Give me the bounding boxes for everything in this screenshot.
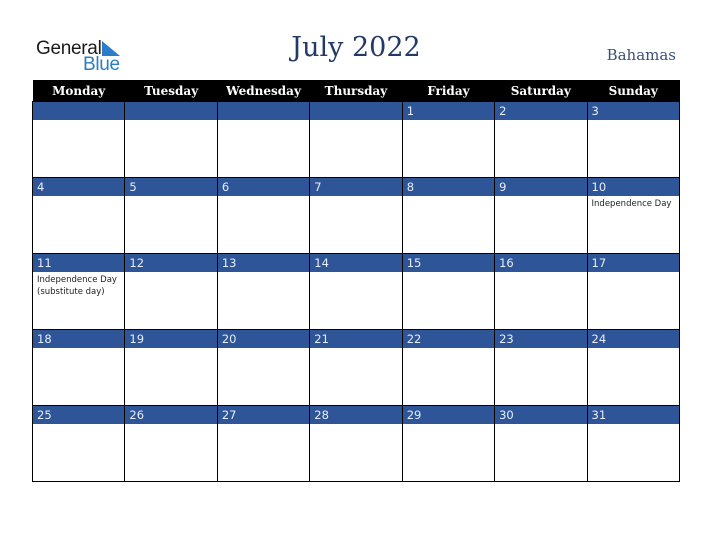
holiday-event: Independence Day: [591, 199, 672, 209]
day-cell: 21: [309, 329, 403, 406]
holiday-event: Independence Day (substitute day): [37, 275, 117, 297]
day-number: 13: [217, 254, 310, 272]
day-cell: 26: [124, 405, 218, 482]
weekday-header-thursday: Thursday: [309, 80, 403, 102]
day-cell: 18: [31, 329, 126, 406]
day-number: [125, 102, 217, 120]
day-number: 15: [402, 254, 495, 272]
day-number: 30: [495, 406, 587, 424]
day-cell: 12: [124, 253, 218, 330]
day-number: [33, 102, 125, 120]
day-cell: 20: [216, 329, 311, 406]
day-cell: 27: [216, 405, 311, 482]
weekday-header-row: Monday Tuesday Wednesday Thursday Friday Satu…: [32, 80, 680, 102]
day-number: 12: [125, 254, 217, 272]
country-label: Bahamas: [606, 46, 676, 64]
day-number: 22: [402, 330, 495, 348]
week-row: 25 26 27 28 29 30 31: [31, 405, 681, 482]
day-cell: 16: [494, 253, 588, 330]
weekday-header-friday: Friday: [402, 80, 495, 102]
weekday-header-monday: Monday: [32, 80, 125, 102]
weekday-header-wednesday: Wednesday: [217, 80, 310, 102]
day-cell: 6: [216, 177, 311, 254]
day-cell: 11 Independence Day (substitute day): [31, 253, 126, 330]
day-cell: 23: [494, 329, 588, 406]
day-cell: 24: [586, 329, 681, 406]
day-number: 29: [402, 406, 495, 424]
day-number: 14: [310, 254, 402, 272]
day-number: 31: [587, 406, 679, 424]
day-cell: 4: [31, 177, 126, 254]
day-number: 23: [495, 330, 587, 348]
day-number: 19: [125, 330, 217, 348]
weekday-header-tuesday: Tuesday: [124, 80, 218, 102]
weekday-header-sunday: Sunday: [587, 80, 680, 102]
day-cell: 25: [31, 405, 126, 482]
day-cell: 19: [124, 329, 218, 406]
day-cell: 2: [494, 101, 588, 178]
day-cell: 9: [494, 177, 588, 254]
day-number: 11: [33, 254, 125, 272]
day-cell: 3: [586, 101, 681, 178]
day-cell: 7: [309, 177, 403, 254]
day-cell: 10 Independence Day: [586, 177, 681, 254]
day-cell: 5: [124, 177, 218, 254]
empty-day-cell: [216, 101, 311, 178]
empty-day-cell: [309, 101, 403, 178]
week-row: 11 Independence Day (substitute day) 12 13 1…: [31, 253, 681, 330]
day-cell: 14: [309, 253, 403, 330]
day-number: 28: [310, 406, 402, 424]
day-number: 4: [33, 178, 125, 196]
day-cell: 22: [401, 329, 496, 406]
day-number: 6: [217, 178, 310, 196]
day-number: 20: [217, 330, 310, 348]
day-number: 25: [33, 406, 125, 424]
day-cell: 8: [401, 177, 496, 254]
day-number: 5: [125, 178, 217, 196]
day-number: 3: [587, 102, 679, 120]
day-cell: 15: [401, 253, 496, 330]
week-row: 18 19 20 21 22 23 24: [31, 329, 681, 406]
empty-day-cell: [31, 101, 126, 178]
day-cell: 31: [586, 405, 681, 482]
day-number: 18: [33, 330, 125, 348]
empty-day-cell: [124, 101, 218, 178]
calendar-title: July 2022: [291, 32, 421, 63]
day-cell: 17: [586, 253, 681, 330]
day-number: 27: [217, 406, 310, 424]
weekday-header-saturday: Saturday: [494, 80, 588, 102]
week-row: 123: [31, 101, 681, 178]
day-cell: 1: [401, 101, 496, 178]
day-number: 8: [402, 178, 495, 196]
day-number: 7: [310, 178, 402, 196]
day-number: [217, 102, 310, 120]
calendar-grid: Monday Tuesday Wednesday Thursday Friday Satu…: [31, 80, 681, 482]
day-number: 26: [125, 406, 217, 424]
day-number: 2: [495, 102, 587, 120]
day-number: 16: [495, 254, 587, 272]
day-cell: 30: [494, 405, 588, 482]
day-cell: 13: [216, 253, 311, 330]
week-row: 4 5 6 7 8 9 10 Independence Day: [31, 177, 681, 254]
day-cell: 29: [401, 405, 496, 482]
day-number: 1: [402, 102, 495, 120]
day-number: 21: [310, 330, 402, 348]
day-number: [310, 102, 402, 120]
day-number: 24: [587, 330, 679, 348]
day-number: 9: [495, 178, 587, 196]
day-number: 17: [587, 254, 679, 272]
day-number: 10: [587, 178, 679, 196]
day-cell: 28: [309, 405, 403, 482]
